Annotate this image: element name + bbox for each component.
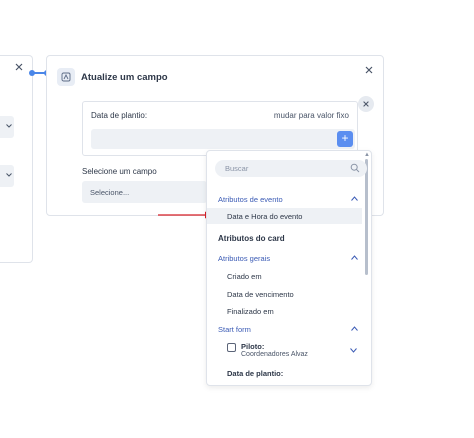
action-icon bbox=[57, 68, 75, 86]
section-label: Atributos de evento bbox=[218, 195, 283, 204]
piloto-label[interactable]: Piloto: bbox=[241, 342, 264, 351]
section-label: Atributos gerais bbox=[218, 254, 271, 263]
remove-field-button[interactable] bbox=[358, 96, 374, 112]
previous-card bbox=[0, 55, 33, 263]
select-field-label: Selecione um campo bbox=[82, 167, 157, 176]
card-title: Atualize um campo bbox=[81, 72, 168, 83]
section-event-attributes[interactable]: Atributos de evento bbox=[207, 191, 362, 207]
search-input[interactable]: Buscar bbox=[215, 160, 367, 177]
close-icon bbox=[363, 101, 369, 107]
list-item-label: Finalizado em bbox=[227, 307, 274, 316]
chevron-down-icon bbox=[6, 124, 12, 128]
annotation-arrow-icon bbox=[158, 211, 212, 219]
chevron-up-icon bbox=[351, 255, 358, 260]
list-item-due-date[interactable]: Data de vencimento bbox=[207, 286, 362, 302]
close-icon[interactable] bbox=[14, 62, 24, 72]
select-field-dropdown[interactable]: Selecione... bbox=[82, 181, 207, 203]
scrollbar[interactable] bbox=[365, 159, 368, 275]
field-value-input[interactable]: + bbox=[91, 129, 355, 149]
chevron-up-icon bbox=[351, 326, 358, 331]
list-item-label: Data e Hora do evento bbox=[227, 212, 303, 221]
field-label: Data de plantio: bbox=[91, 111, 148, 120]
list-item-planting-date[interactable]: Data de plantio: bbox=[207, 365, 362, 381]
field-type-icon bbox=[227, 343, 236, 352]
select-placeholder: Selecione... bbox=[90, 188, 130, 197]
list-item-label: Data de vencimento bbox=[227, 290, 294, 299]
previous-card-field[interactable] bbox=[0, 116, 14, 138]
search-icon bbox=[350, 163, 360, 173]
section-label: Start form bbox=[218, 325, 251, 334]
chevron-up-icon bbox=[351, 196, 358, 201]
close-icon[interactable] bbox=[364, 65, 374, 75]
list-item-label: Criado em bbox=[227, 272, 262, 281]
list-item-finished-at[interactable]: Finalizado em bbox=[207, 303, 362, 319]
section-start-form[interactable]: Start form bbox=[207, 321, 362, 337]
field-config-box: Data de plantio: mudar para valor fixo + bbox=[82, 101, 358, 156]
list-item-label: Data de plantio: bbox=[227, 369, 284, 378]
previous-card-field[interactable] bbox=[0, 165, 14, 187]
list-item-event-datetime[interactable]: Data e Hora do evento bbox=[207, 208, 362, 224]
scroll-up-icon[interactable]: ▲ bbox=[364, 152, 370, 158]
field-dropdown-panel: ▲ Buscar Atributos de evento Data e Hora… bbox=[206, 150, 372, 386]
section-general-attributes[interactable]: Atributos gerais bbox=[207, 250, 362, 266]
group-card-attributes: Atributos do card bbox=[207, 230, 362, 246]
piloto-sublabel: Coordenadores Alvaz bbox=[241, 351, 308, 358]
add-button[interactable]: + bbox=[337, 131, 353, 147]
group-label: Atributos do card bbox=[218, 234, 285, 243]
list-item-created-at[interactable]: Criado em bbox=[207, 268, 362, 284]
chevron-down-icon bbox=[6, 173, 12, 177]
fixed-value-link[interactable]: mudar para valor fixo bbox=[274, 111, 349, 120]
chevron-down-icon[interactable] bbox=[350, 348, 357, 353]
connector-dot[interactable] bbox=[29, 70, 35, 76]
search-placeholder: Buscar bbox=[225, 164, 249, 173]
